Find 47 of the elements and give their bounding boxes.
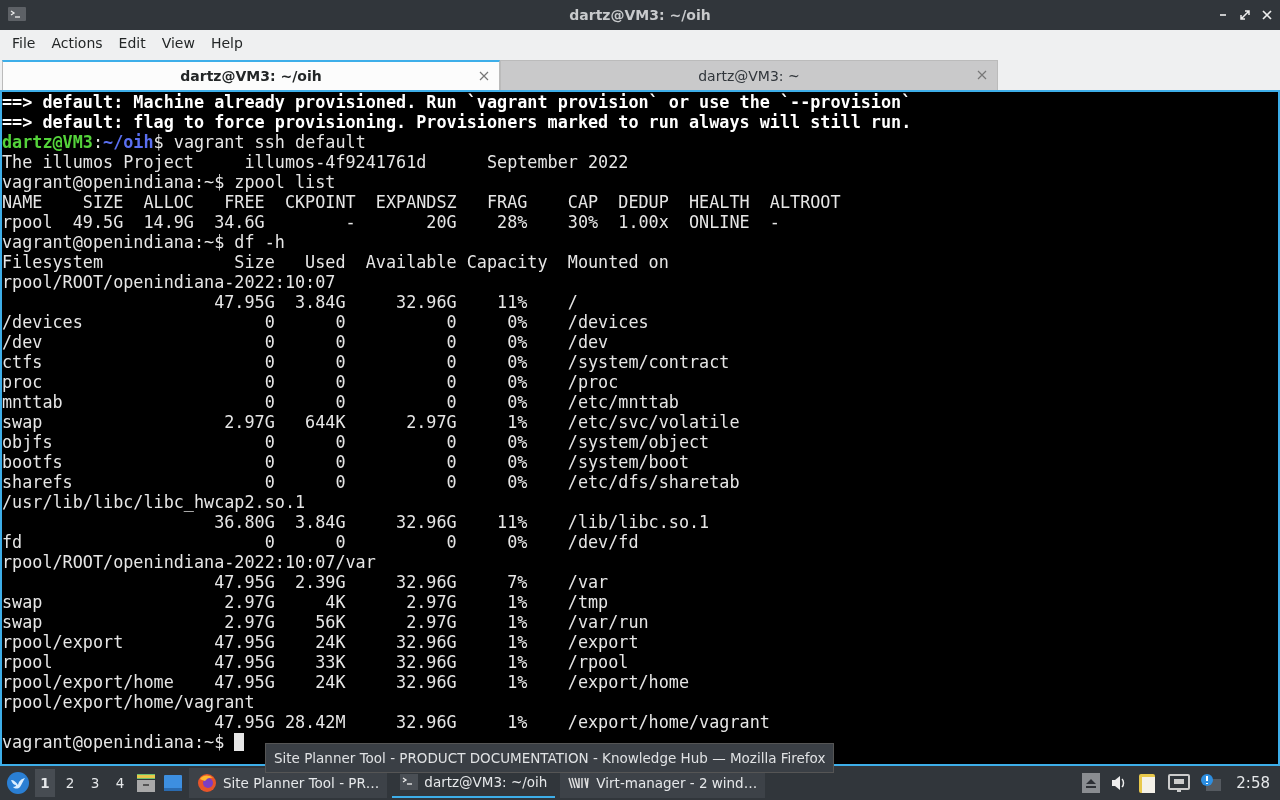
terminal-line: swap 2.97G 4K 2.97G 1% /tmp	[2, 592, 609, 612]
terminal-line: swap 2.97G 56K 2.97G 1% /var/run	[2, 612, 649, 632]
terminal-line: rpool/export 47.95G 24K 32.96G 1% /export	[2, 632, 639, 652]
terminal-line: rpool 47.95G 33K 32.96G 1% /rpool	[2, 652, 629, 672]
window-title: dartz@VM3: ~/oih	[568, 7, 712, 23]
clock[interactable]: 2:58	[1232, 774, 1274, 792]
terminal-line: rpool/ROOT/openindiana-2022:10:07/var	[2, 552, 376, 572]
terminal-line: proc 0 0 0 0% /proc	[2, 372, 619, 392]
terminal-line: sharefs 0 0 0 0% /etc/dfs/sharetab	[2, 472, 740, 492]
menu-item[interactable]: View	[153, 32, 203, 54]
terminal-line: bootfs 0 0 0 0% /system/boot	[2, 452, 689, 472]
terminal-line: vagrant@openindiana:~$ zpool list	[2, 172, 336, 192]
terminal-line: /devices 0 0 0 0% /devices	[2, 312, 649, 332]
terminal-line: dartz@VM3:~/oih$ vagrant ssh default	[2, 132, 366, 152]
terminal-line: rpool/export/home/vagrant	[2, 692, 255, 712]
terminal-line: mnttab 0 0 0 0% /etc/mnttab	[2, 392, 679, 412]
desktop-switcher[interactable]: 4	[110, 769, 130, 797]
terminal-line: rpool/export/home 47.95G 24K 32.96G 1% /export/home	[2, 672, 689, 692]
desktop-switcher[interactable]: 1	[35, 769, 55, 797]
terminal-line: ==> default: Machine already provisioned. Run `vagrant provision` or use the `--provision`	[2, 92, 912, 112]
terminal-line: swap 2.97G 644K 2.97G 1% /etc/svc/volatile	[2, 412, 740, 432]
terminal-line: 47.95G 28.42M 32.96G 1% /export/home/vagrant	[213, 712, 770, 732]
desktop-switcher[interactable]: 2	[60, 769, 80, 797]
menu-item[interactable]: Help	[202, 32, 251, 54]
menu-item[interactable]: Actions	[43, 32, 111, 54]
desktop-switcher[interactable]: 3	[85, 769, 105, 797]
terminal-line: vagrant@openindiana:~$ df -h	[2, 232, 285, 252]
tooltip: Site Planner Tool - PRODUCT DOCUMENTATION - Knowledge Hub — Mozilla Firefox	[265, 743, 835, 773]
terminal-line: /dev 0 0 0 0% /dev	[2, 332, 609, 352]
terminal-line: NAME SIZE ALLOC FREE CKPOINT EXPANDSZ FRAG CAP DEDUP HEALTH ALTROOT	[2, 192, 841, 212]
terminal-line: rpool/ROOT/openindiana-2022:10:07	[2, 272, 336, 292]
terminal-line: 47.95G 2.39G 32.96G 7% /var	[213, 572, 609, 592]
terminal-line: objfs 0 0 0 0% /system/object	[2, 432, 710, 452]
terminal-line: Filesystem Size Used Available Capacity Mounted on	[2, 252, 669, 272]
terminal-line: rpool 49.5G 14.9G 34.6G - 20G 28% 30% 1.00x ONLINE -	[2, 212, 780, 232]
terminal-line: The illumos Project illumos-4f9241761d September 2022	[2, 152, 629, 172]
terminal-line: ==> default: flag to force provisioning. Provisioners marked to run always will still run.	[2, 112, 912, 132]
terminal-line: 36.80G 3.84G 32.96G 11% /lib/libc.so.1	[213, 512, 710, 532]
terminal-tab[interactable]: dartz@VM3: ~/oih	[2, 60, 500, 90]
menu-item[interactable]: File	[4, 32, 44, 54]
terminal-line: 47.95G 3.84G 32.96G 11% /	[213, 292, 578, 312]
terminal-line: /usr/lib/libc/libc_hwcap2.so.1	[2, 492, 306, 512]
menu-item[interactable]: Edit	[110, 32, 154, 54]
terminal-line: vagrant@openindiana:~$	[2, 732, 226, 752]
terminal-line: fd 0 0 0 0% /dev/fd	[2, 532, 639, 552]
terminal-tab[interactable]: dartz@VM3: ~	[500, 60, 998, 90]
terminal-line: ctfs 0 0 0 0% /system/contract	[2, 352, 730, 372]
